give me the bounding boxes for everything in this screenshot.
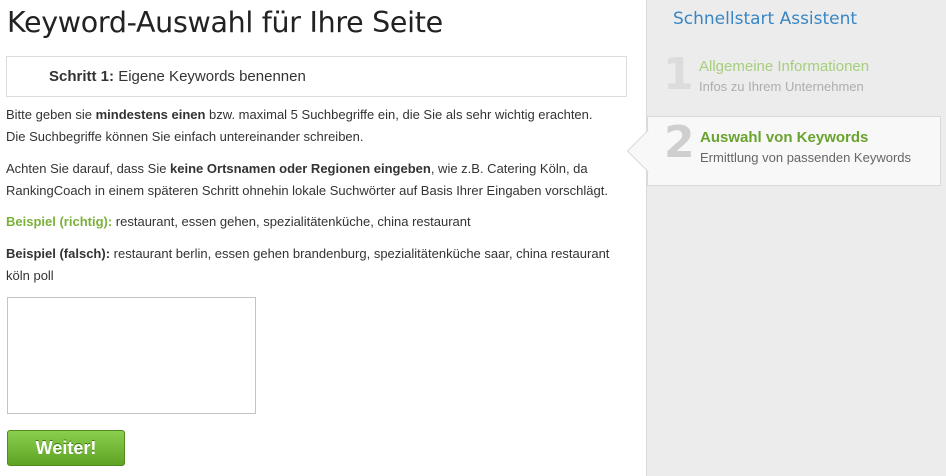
instruction-text: bzw. maximal 5 Suchbegriffe ein, die Sie… (205, 107, 593, 122)
example-correct-text: restaurant, essen gehen, spezialitätenkü… (112, 214, 471, 229)
keywords-input[interactable] (7, 297, 256, 414)
example-correct: Beispiel (richtig): restaurant, essen ge… (6, 211, 471, 233)
step-subtitle: Infos zu Ihrem Unternehmen (699, 79, 864, 94)
next-button[interactable]: Weiter! (7, 430, 125, 466)
example-wrong-label: Beispiel (falsch): (6, 246, 111, 261)
instruction-emphasis: keine Ortsnamen oder Regionen eingeben (170, 161, 431, 176)
step-label: Auswahl von Keywords (700, 129, 869, 146)
example-wrong-text-line2: köln poll (6, 268, 54, 283)
wizard-step-general-info[interactable]: 1 Allgemeine Informationen Infos zu Ihre… (647, 47, 941, 117)
step-number: 1 (663, 49, 694, 100)
instruction-emphasis: mindestens einen (95, 107, 206, 122)
example-wrong: Beispiel (falsch): restaurant berlin, es… (6, 243, 609, 287)
step-prefix: Schritt 1: (49, 68, 115, 85)
instruction-paragraph-2: Achten Sie darauf, dass Sie keine Ortsna… (6, 158, 608, 202)
step-header-box: Schritt 1: Eigene Keywords benennen (6, 56, 627, 97)
example-correct-label: Beispiel (richtig): (6, 214, 113, 229)
page-title: Keyword-Auswahl für Ihre Seite (7, 6, 443, 39)
instruction-text: Bitte geben sie (6, 107, 96, 122)
instruction-text: Die Suchbegriffe können Sie einfach unte… (6, 129, 364, 144)
step-label: Allgemeine Informationen (699, 58, 870, 75)
wizard-step-keywords[interactable]: 2 Auswahl von Keywords Ermittlung von pa… (626, 116, 941, 186)
step-title: Eigene Keywords benennen (118, 68, 306, 85)
step-number: 2 (664, 117, 695, 168)
main-content: Keyword-Auswahl für Ihre Seite Schritt 1… (0, 0, 640, 476)
example-wrong-text: restaurant berlin, essen gehen brandenbu… (110, 246, 610, 261)
sidebar-title: Schnellstart Assistent (673, 9, 858, 29)
instruction-text: , wie z.B. Catering Köln, da (430, 161, 588, 176)
step-heading: Schritt 1: Eigene Keywords benennen (49, 68, 306, 85)
instruction-paragraph-1: Bitte geben sie mindestens einen bzw. ma… (6, 104, 593, 148)
step-subtitle: Ermittlung von passenden Keywords (700, 150, 912, 165)
instruction-text: Achten Sie darauf, dass Sie (6, 161, 171, 176)
instruction-text: RankingCoach in einem späteren Schritt o… (6, 183, 608, 198)
wizard-sidebar: Schnellstart Assistent 1 Allgemeine Info… (626, 0, 946, 476)
